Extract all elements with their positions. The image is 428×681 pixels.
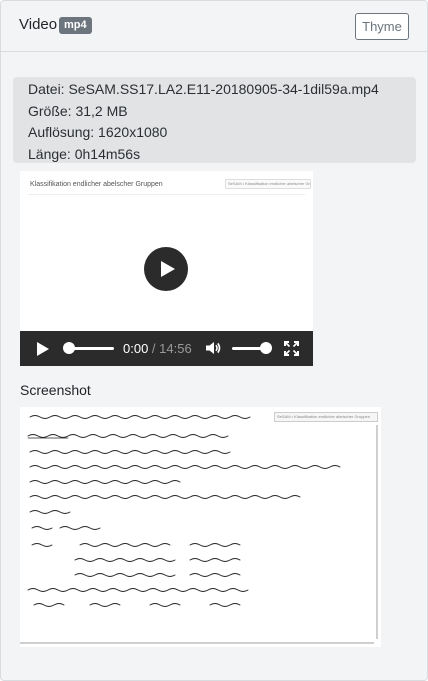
handwritten-notes [20,415,378,644]
volume-handle[interactable] [260,342,272,354]
play-icon[interactable] [37,342,49,356]
card-title: Video [19,16,58,33]
poster-title: Klassifikation endlicher abelscher Grupp… [30,181,163,188]
file-name: Datei: SeSAM.SS17.LA2.E11-20180905-34-1d… [28,81,379,97]
file-info-box: Datei: SeSAM.SS17.LA2.E11-20180905-34-1d… [13,77,416,163]
poster-divider [28,194,305,195]
fullscreen-icon[interactable] [284,341,299,356]
current-time: 0:00 [123,341,149,356]
progress-handle[interactable] [63,342,75,354]
screenshot-label: Screenshot [20,382,91,398]
volume-icon[interactable] [205,341,221,355]
big-play-button[interactable] [144,247,188,291]
file-size: Größe: 31,2 MB [28,103,128,119]
format-badge: mp4 [59,17,92,34]
duration: 14:56 [159,341,192,356]
time-display: 0:00 / 14:56 [123,341,192,356]
file-resolution: Auflösung: 1620x1080 [28,124,168,140]
screenshot-image: SeSAM • Klassifikation endlicher abelsch… [20,407,381,647]
video-card: Video mp4 Thyme Datei: SeSAM.SS17.LA2.E1… [0,0,428,681]
poster-browser-tab: SeSAM • Klassifikation endlicher abelsch… [225,179,311,189]
player-controls: 0:00 / 14:56 [20,331,313,366]
thyme-button[interactable]: Thyme [355,13,409,40]
video-player[interactable]: Klassifikation endlicher abelscher Grupp… [20,171,313,366]
file-length: Länge: 0h14m56s [28,146,141,162]
time-separator: / [148,341,160,356]
card-header: Video mp4 Thyme [1,1,427,52]
